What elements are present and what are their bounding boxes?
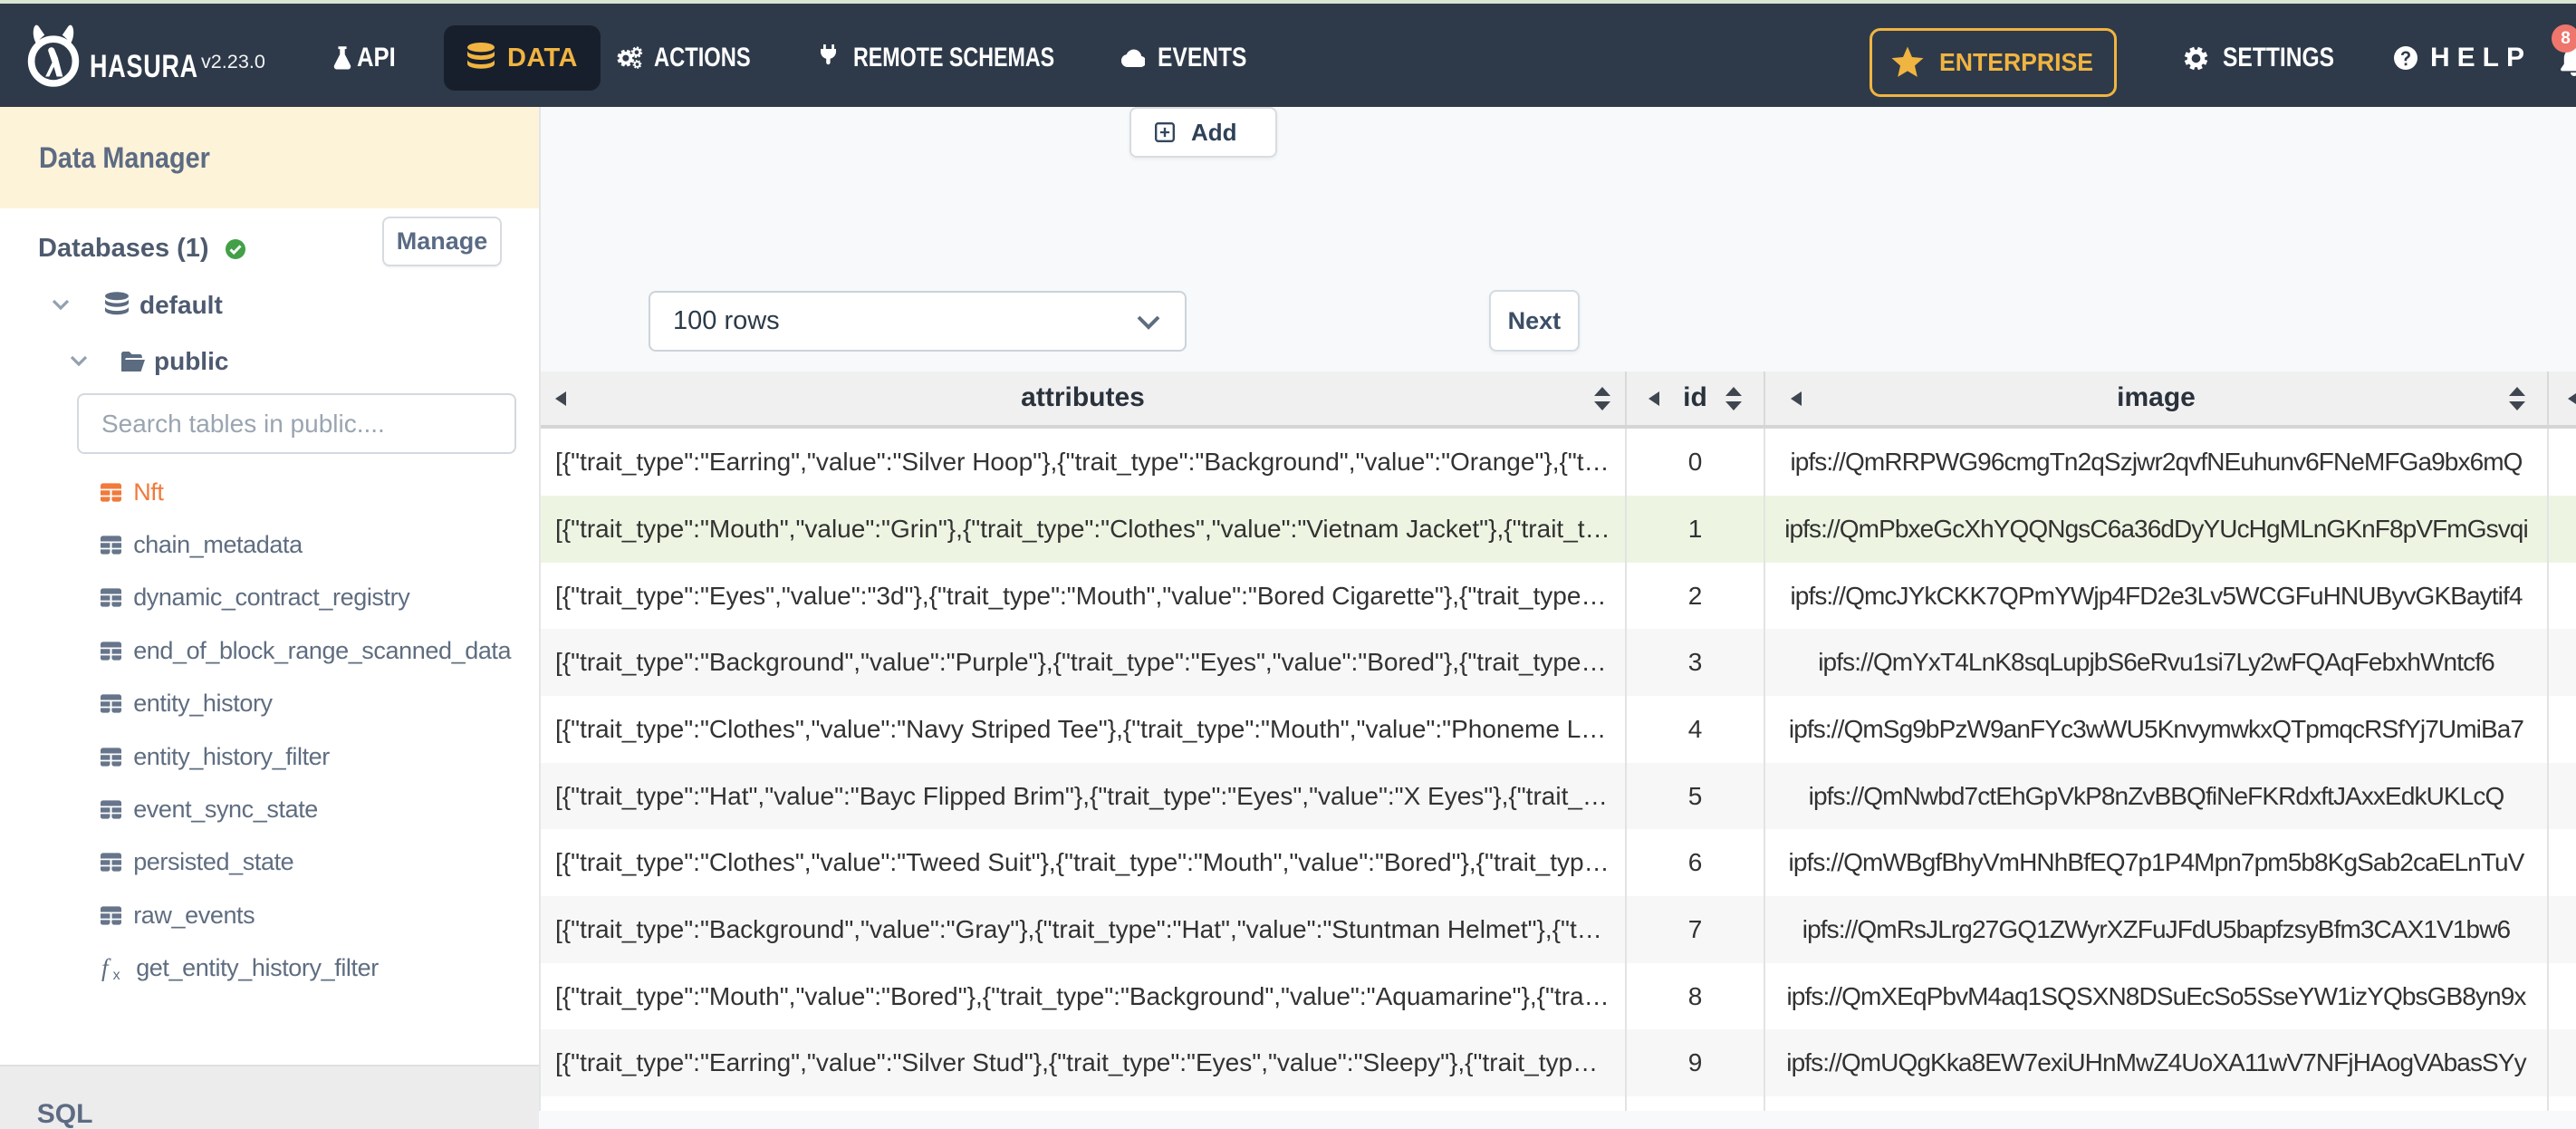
svg-text:f: f	[101, 956, 111, 981]
svg-text:x: x	[113, 968, 120, 981]
